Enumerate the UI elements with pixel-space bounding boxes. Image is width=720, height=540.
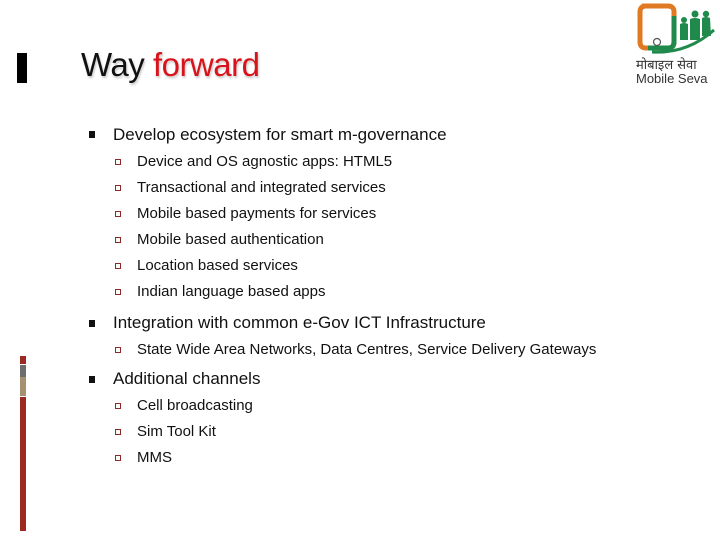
list-item: Mobile based payments for services (137, 205, 377, 222)
list-item: Transactional and integrated services (137, 179, 386, 196)
list-item: Sim Tool Kit (137, 423, 216, 440)
list-item: Mobile based authentication (137, 231, 324, 248)
sub-bullet-icon (115, 211, 121, 217)
logo-text-english: Mobile Seva (636, 71, 708, 86)
section-heading: Develop ecosystem for smart m-governance (113, 125, 447, 144)
side-accent-bar-gray (20, 365, 26, 377)
side-accent-bar-tan (20, 377, 26, 396)
sub-bullet-icon (115, 347, 121, 353)
title-word-way: Way (81, 46, 145, 83)
list-item: Indian language based apps (137, 283, 326, 300)
sub-bullet-icon (115, 403, 121, 409)
list-item: State Wide Area Networks, Data Centres, … (137, 341, 597, 358)
list-item: Location based services (137, 257, 298, 274)
bullet-square-icon (89, 131, 95, 138)
bullet-square-icon (89, 376, 95, 383)
slide-title: Way forward (81, 46, 260, 84)
side-accent-bar-red-top (20, 356, 26, 364)
title-marker (17, 53, 27, 83)
section-heading: Integration with common e-Gov ICT Infras… (113, 313, 486, 332)
sub-bullet-icon (115, 185, 121, 191)
sub-bullet-icon (115, 237, 121, 243)
list-item: Device and OS agnostic apps: HTML5 (137, 153, 393, 170)
sub-bullet-icon (115, 263, 121, 269)
sub-bullet-icon (115, 429, 121, 435)
list-item: MMS (137, 449, 172, 466)
sub-bullet-icon (115, 159, 121, 165)
title-word-forward: forward (152, 46, 260, 83)
bullet-square-icon (89, 320, 95, 327)
sub-bullet-icon (115, 289, 121, 295)
side-accent-bar-red (20, 397, 26, 531)
sub-bullet-icon (115, 455, 121, 461)
section-heading: Additional channels (113, 369, 261, 388)
list-item: Cell broadcasting (137, 397, 253, 414)
